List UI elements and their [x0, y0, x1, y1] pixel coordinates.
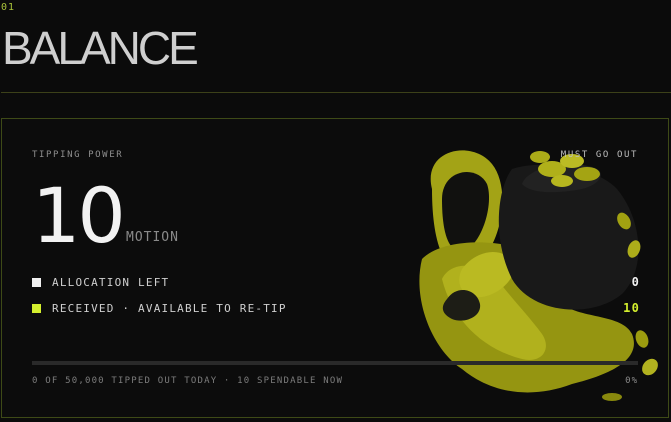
- balance-amount: 10: [32, 171, 126, 260]
- progress-percent: 0%: [625, 376, 638, 386]
- section-index: 01: [1, 2, 16, 13]
- tipped-summary: 0 OF 50,000 TIPPED OUT TODAY · 10 SPENDA…: [32, 376, 344, 386]
- received-label: RECEIVED · AVAILABLE TO RE-TIP: [52, 302, 287, 315]
- balance-unit: MOTION: [126, 230, 179, 245]
- divider: [1, 92, 671, 93]
- money-sack-ghost-icon: [419, 150, 658, 401]
- tipping-power-label: TIPPING POWER: [32, 150, 124, 160]
- balance-card: TIPPING POWER MUST GO OUT 10 MOTION ALLO…: [1, 118, 669, 418]
- page-title: BALANCE: [2, 22, 199, 74]
- received-row: RECEIVED · AVAILABLE TO RE-TIP 10: [32, 301, 640, 316]
- received-swatch: [32, 304, 41, 313]
- allocation-left-label: ALLOCATION LEFT: [52, 276, 170, 289]
- allocation-left-row: ALLOCATION LEFT 0: [32, 275, 640, 290]
- allocation-swatch: [32, 278, 41, 287]
- allocation-left-value: 0: [631, 275, 640, 289]
- must-go-out-label: MUST GO OUT: [560, 150, 638, 160]
- progress-bar: [32, 361, 638, 365]
- received-value: 10: [623, 301, 640, 315]
